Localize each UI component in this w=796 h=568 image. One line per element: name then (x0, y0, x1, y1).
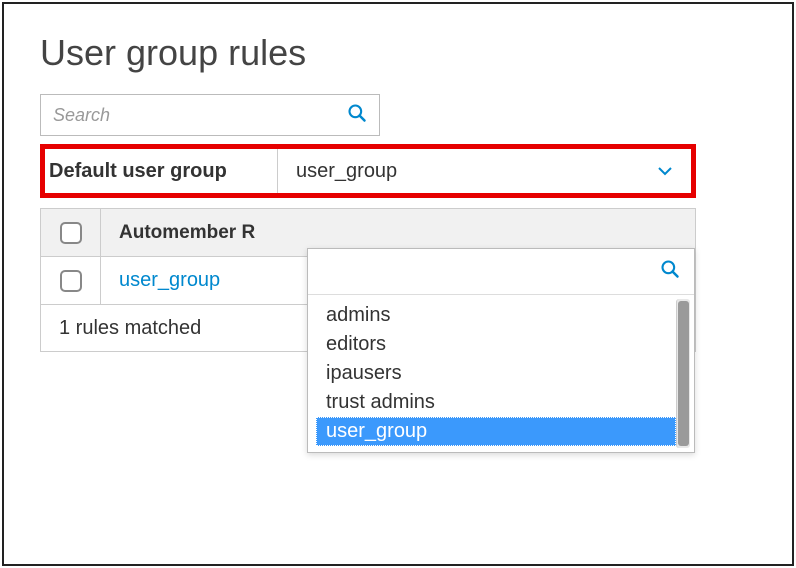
chevron-down-icon (657, 163, 673, 179)
row-checkbox[interactable] (60, 270, 82, 292)
column-header-automember[interactable]: Automember R (101, 222, 255, 244)
dropdown-options: admins editors ipausers trust admins use… (308, 295, 676, 452)
dropdown-list: admins editors ipausers trust admins use… (308, 295, 694, 452)
row-checkbox-cell (41, 257, 101, 304)
header-checkbox-cell (41, 209, 101, 256)
dropdown-selected-value: user_group (296, 160, 397, 183)
default-user-group-dropdown[interactable]: user_group (277, 149, 691, 193)
dropdown-search-row (308, 249, 694, 295)
search-container (40, 94, 380, 136)
scrollbar-thumb[interactable] (678, 301, 689, 446)
search-icon[interactable] (660, 259, 680, 285)
dropdown-option-admins[interactable]: admins (316, 301, 676, 330)
dropdown-panel: admins editors ipausers trust admins use… (307, 248, 695, 453)
search-input[interactable] (53, 105, 347, 126)
dropdown-option-ipausers[interactable]: ipausers (316, 359, 676, 388)
default-user-group-row: Default user group user_group (40, 144, 696, 198)
dropdown-option-user-group[interactable]: user_group (316, 417, 676, 446)
dropdown-scrollbar[interactable] (676, 299, 690, 448)
default-user-group-label: Default user group (45, 160, 277, 183)
search-icon[interactable] (347, 103, 367, 128)
dropdown-search-input[interactable] (322, 261, 660, 282)
dropdown-option-trust-admins[interactable]: trust admins (316, 388, 676, 417)
select-all-checkbox[interactable] (60, 222, 82, 244)
page-title: User group rules (40, 32, 756, 74)
rule-link[interactable]: user_group (101, 269, 220, 292)
dropdown-option-editors[interactable]: editors (316, 330, 676, 359)
